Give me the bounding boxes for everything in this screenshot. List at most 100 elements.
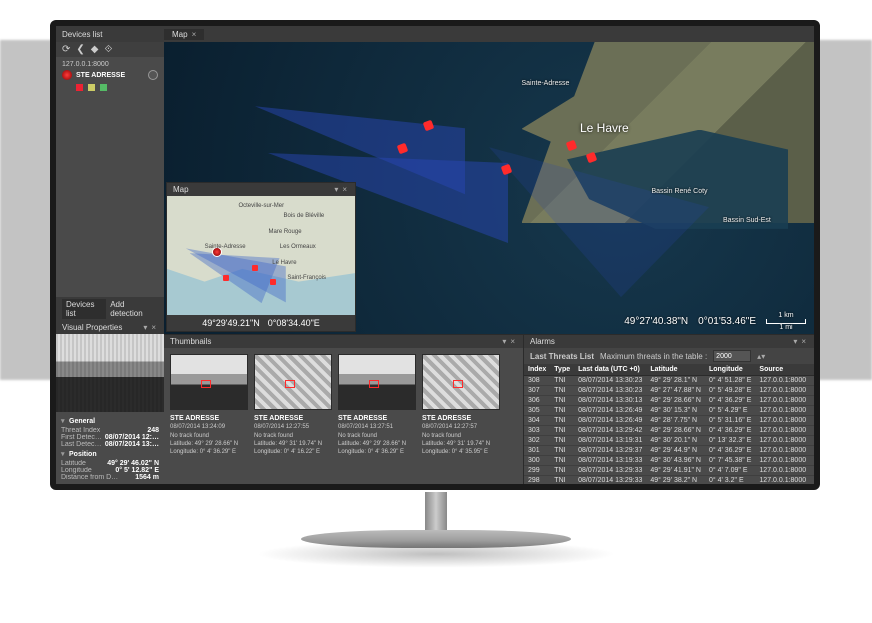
city-label: Le Havre: [580, 121, 629, 135]
alarms-toolbar: Last Threats List Maximum threats in the…: [524, 348, 814, 364]
thumbs-menu-icon[interactable]: ▾: [500, 337, 508, 346]
alarm-row[interactable]: 298TNI08/07/2014 13:29:3349° 29' 38.2" N…: [524, 476, 814, 485]
inset-map[interactable]: Octeville-sur-MerBois de BlévilleMare Ro…: [167, 196, 355, 315]
alarms-column-header[interactable]: Longitude: [705, 364, 755, 376]
thumbnail-card[interactable]: STE ADRESSE08/07/2014 12:27:55No track f…: [254, 354, 332, 478]
device-group: 127.0.0.1:8000 STE ADRESSE: [56, 57, 164, 95]
row-close-icon[interactable]: ×: [810, 436, 814, 446]
toolbar-icon-3[interactable]: ⟐: [104, 44, 112, 55]
row-close-icon[interactable]: ×: [810, 386, 814, 396]
alarm-row[interactable]: 305TNI08/07/2014 13:26:4949° 30' 15.3" N…: [524, 406, 814, 416]
visual-props-title: Visual Properties: [62, 323, 122, 332]
toolbar-icon-0[interactable]: ⟳: [62, 44, 70, 55]
row-close-icon[interactable]: ×: [810, 426, 814, 436]
tab-devices-list[interactable]: Devices list: [62, 299, 106, 319]
thumbs-close-icon[interactable]: ×: [508, 337, 517, 346]
map-lat: 49°27'40.38"N: [624, 316, 688, 327]
toolbar-icon-1[interactable]: ❮: [76, 44, 84, 55]
alarms-table[interactable]: IndexTypeLast data (UTC +0)LatitudeLongi…: [524, 364, 814, 484]
thumbnail-card[interactable]: STE ADRESSE08/07/2014 13:24:09No track f…: [170, 354, 248, 478]
row-close-icon[interactable]: ×: [810, 476, 814, 485]
thumbnail-meta: STE ADRESSE08/07/2014 13:24:09No track f…: [170, 410, 248, 456]
row-close-icon[interactable]: ×: [810, 446, 814, 456]
device-radio[interactable]: [148, 70, 158, 80]
visual-preview[interactable]: [56, 334, 164, 412]
alarm-row[interactable]: 300TNI08/07/2014 13:19:3349° 30' 43.96" …: [524, 456, 814, 466]
inset-target-icon: [223, 275, 229, 281]
alarm-row[interactable]: 308TNI08/07/2014 13:30:2349° 29' 28.1" N…: [524, 376, 814, 386]
alarm-row[interactable]: 306TNI08/07/2014 13:30:1349° 29' 28.66" …: [524, 396, 814, 406]
alarms-close-icon[interactable]: ×: [799, 337, 808, 346]
alarms-column-header[interactable]: Source: [755, 364, 810, 376]
alarm-row[interactable]: 307TNI08/07/2014 13:30:2349° 27' 47.88" …: [524, 386, 814, 396]
main-map[interactable]: Le Havre Sainte-AdresseBassin René CotyB…: [164, 42, 814, 334]
alarms-menu-icon[interactable]: ▾: [791, 337, 799, 346]
device-item[interactable]: STE ADRESSE: [62, 68, 158, 82]
inset-map-panel: Map ▾ ×: [166, 182, 356, 332]
tab-add-detection[interactable]: Add detection: [106, 299, 158, 319]
scale-mi: 1 mi: [779, 324, 792, 331]
panel-close-icon[interactable]: ×: [149, 323, 158, 332]
top-bar: Devices list Map×: [56, 26, 814, 42]
section-general[interactable]: General: [69, 418, 95, 425]
app-window: Devices list Map× ⟳ ❮ ◆ ⟐ 127.0.0.1:8000 ST…: [50, 20, 820, 490]
map-place-label: Bassin Sud-Est: [723, 217, 771, 224]
alarm-row[interactable]: 299TNI08/07/2014 13:29:3349° 29' 41.91" …: [524, 466, 814, 476]
toolbar-icon-2[interactable]: ◆: [91, 44, 99, 55]
alarms-column-header[interactable]: [810, 364, 814, 376]
left-tabs-header: Devices list Add detection: [56, 297, 164, 321]
row-close-icon[interactable]: ×: [810, 376, 814, 386]
alarms-panel: Alarms ▾ × Last Threats List Maximum thr…: [524, 335, 814, 484]
alarm-row[interactable]: 302TNI08/07/2014 13:19:3149° 30' 20.1" N…: [524, 436, 814, 446]
devices-panel-title: Devices list: [56, 30, 164, 39]
property-row: Last Detection …08/07/2014 13:…: [61, 441, 159, 448]
detection-box-icon: [285, 380, 295, 388]
row-close-icon[interactable]: ×: [810, 406, 814, 416]
row-close-icon[interactable]: ×: [810, 456, 814, 466]
section-position[interactable]: Position: [69, 451, 97, 458]
thumbnail-image[interactable]: [338, 354, 416, 410]
inset-coord-bar: 49°29'49.21"N 0°08'34.40"E: [167, 315, 355, 331]
alarms-column-header[interactable]: Type: [550, 364, 574, 376]
thumbnail-card[interactable]: STE ADRESSE08/07/2014 13:27:51No track f…: [338, 354, 416, 478]
map-tab[interactable]: Map×: [164, 29, 204, 40]
panel-menu-icon[interactable]: ▾: [141, 323, 149, 332]
alarm-row[interactable]: 301TNI08/07/2014 13:29:3749° 29' 44.9" N…: [524, 446, 814, 456]
inset-lat: 49°29'49.21"N: [202, 318, 260, 328]
devices-toolbar: ⟳ ❮ ◆ ⟐: [56, 42, 164, 57]
detection-box-icon: [201, 380, 211, 388]
main-area: ⟳ ❮ ◆ ⟐ 127.0.0.1:8000 STE ADRESSE: [56, 42, 814, 484]
thumbnail-image[interactable]: [254, 354, 332, 410]
alarms-max-input[interactable]: [713, 350, 751, 362]
alarms-stepper-icon[interactable]: ▴▾: [757, 352, 765, 361]
detection-box-icon: [369, 380, 379, 388]
map-scale: 1 km 1 mi: [766, 312, 806, 331]
inset-header: Map ▾ ×: [167, 183, 355, 196]
tab-close-icon[interactable]: ×: [192, 30, 197, 39]
property-row: Latitude49° 29' 46.02" N: [61, 460, 159, 467]
thumbnail-image[interactable]: [422, 354, 500, 410]
inset-close-icon[interactable]: ×: [340, 185, 349, 194]
inset-place-label: Sainte-Adresse: [205, 244, 246, 250]
thumbnail-card[interactable]: STE ADRESSE08/07/2014 12:27:57No track f…: [422, 354, 500, 478]
thumbnails-panel: Thumbnails ▾ × STE ADRESSE08/07/2014 13:…: [164, 335, 524, 484]
inset-target-icon: [270, 279, 276, 285]
inset-menu-icon[interactable]: ▾: [332, 185, 340, 194]
row-close-icon[interactable]: ×: [810, 416, 814, 426]
row-close-icon[interactable]: ×: [810, 466, 814, 476]
status-green-icon: [100, 84, 107, 91]
thumbs-header: Thumbnails ▾ ×: [164, 335, 523, 348]
thumbnail-meta: STE ADRESSE08/07/2014 12:27:57No track f…: [422, 410, 500, 456]
alarms-column-header[interactable]: Index: [524, 364, 550, 376]
property-row: Distance from D…1564 m: [61, 474, 159, 481]
alarms-column-header[interactable]: Last data (UTC +0): [574, 364, 646, 376]
alarm-row[interactable]: 304TNI08/07/2014 13:26:4949° 28' 7.75" N…: [524, 416, 814, 426]
inset-target-icon: [252, 265, 258, 271]
detection-box-icon: [453, 380, 463, 388]
monitor-shadow: [256, 540, 616, 568]
property-row: Threat Index248: [61, 427, 159, 434]
row-close-icon[interactable]: ×: [810, 396, 814, 406]
alarms-column-header[interactable]: Latitude: [646, 364, 705, 376]
alarm-row[interactable]: 303TNI08/07/2014 13:29:4249° 29' 28.66" …: [524, 426, 814, 436]
thumbnail-image[interactable]: [170, 354, 248, 410]
